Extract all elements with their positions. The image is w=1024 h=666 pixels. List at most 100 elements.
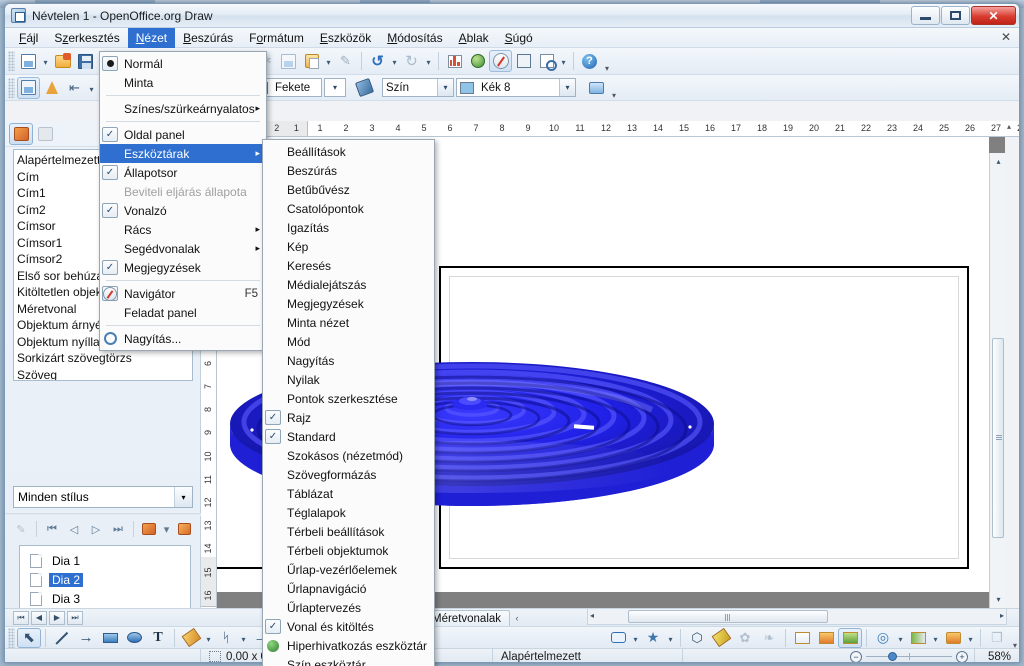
toolbars-item-bet-b-v-sz[interactable]: Betűbűvész (263, 180, 434, 199)
undo-button[interactable]: ↺ (366, 50, 389, 72)
stars-button[interactable]: ★ (641, 628, 665, 648)
toolbars-item-m-dialej-tsz-s[interactable]: Médialejátszás (263, 275, 434, 294)
toolbars-item-rlapnavig-ci[interactable]: Űrlapnavigáció (263, 579, 434, 598)
list-item[interactable]: Dia 1 (30, 552, 190, 569)
callouts-button[interactable] (606, 628, 630, 648)
page-border[interactable] (439, 266, 969, 569)
insert-image-button[interactable] (790, 628, 814, 648)
arrange-button[interactable] (941, 628, 965, 648)
toolbars-item-t-bl-zat[interactable]: Táblázat (263, 484, 434, 503)
copy-button[interactable] (277, 50, 300, 72)
tab-first-button[interactable]: ⏮ (13, 610, 29, 625)
paste-button[interactable] (300, 50, 323, 72)
toolbars-item-minta-n-zet[interactable]: Minta nézet (263, 313, 434, 332)
view-menu-item-oldal-panel[interactable]: ✓ Oldal panel (100, 125, 266, 144)
navigator-button[interactable] (489, 50, 512, 72)
menu-modify[interactable]: Módosítás (379, 28, 450, 48)
redo-button[interactable]: ↻ (400, 50, 423, 72)
view-menu-item-feladat-panel[interactable]: Feladat panel (100, 303, 266, 322)
horizontal-scrollbar[interactable]: ◂ ▸ (587, 608, 1007, 625)
toolbars-item-t-glalapok[interactable]: Téglalapok (263, 503, 434, 522)
open-button[interactable] (51, 50, 74, 72)
scroll-down-icon[interactable]: ▾ (993, 594, 1004, 605)
clone-formatting-button[interactable]: ✎ (334, 50, 357, 72)
toolbars-item-sz-vegform-z-s[interactable]: Szövegformázás (263, 465, 434, 484)
save-button[interactable] (74, 50, 97, 72)
standard-toolbar-overflow[interactable]: ▾ (601, 49, 613, 73)
toolbars-item-igaz-t-s[interactable]: Igazítás (263, 218, 434, 237)
menu-tools[interactable]: Eszközök (312, 28, 379, 48)
insert-chart-button[interactable] (443, 50, 466, 72)
arrange-dropdown[interactable]: ▾ (965, 627, 976, 649)
minimize-button[interactable] (911, 6, 940, 25)
tab-scroll-icon[interactable]: ‹ (510, 611, 524, 625)
line-endings-button[interactable]: ⇤ (63, 77, 86, 99)
insert-object-button[interactable] (838, 627, 862, 648)
zoom-out-button[interactable]: − (850, 650, 862, 662)
toolbars-item-rlap-vez-rl-elemek[interactable]: Űrlap-vezérlőelemek (263, 560, 434, 579)
shadow-tool-button[interactable]: ❐ (985, 628, 1009, 648)
toolbars-item-pontok-szerkeszt-se[interactable]: Pontok szerkesztése (263, 389, 434, 408)
toolbars-item-be-ll-t-sok[interactable]: Beállítások (263, 142, 434, 161)
toolbars-item-k-p[interactable]: Kép (263, 237, 434, 256)
scroll-up-icon[interactable]: ▴ (993, 156, 1004, 167)
fontwork-gallery-button[interactable]: ❧ (757, 628, 781, 648)
view-menu-item-llapotsor[interactable]: ✓ Állapotsor (100, 163, 266, 182)
shadow-button[interactable] (585, 77, 608, 99)
line-endings-dropdown[interactable]: ▾ (86, 77, 97, 99)
area-style-button[interactable] (353, 77, 376, 99)
toolbars-submenu-dropdown[interactable]: Beállítások Beszúrás Betűbűvész Csatolópont… (262, 139, 435, 666)
chevron-down-icon[interactable]: ▾ (174, 487, 192, 507)
maximize-button[interactable] (941, 6, 970, 25)
align-button[interactable] (906, 628, 930, 648)
ellipse-tool-button[interactable] (122, 628, 146, 648)
menu-edit[interactable]: Szerkesztés (46, 28, 127, 48)
toolbars-item-rajz[interactable]: ✓ Rajz (263, 408, 434, 427)
tab-last-button[interactable]: ⏭ (67, 610, 83, 625)
line-style-dropdown[interactable]: ▾ (324, 78, 346, 97)
ruler-scroll-up-icon[interactable]: ▴ (1007, 122, 1011, 131)
list-item[interactable]: Sorkizárt szövegtörzs (17, 350, 192, 367)
select-tool-button[interactable]: ⬉ (17, 627, 41, 648)
toolbars-item-m-d[interactable]: Mód (263, 332, 434, 351)
zoom-dropdown[interactable]: ▾ (558, 50, 569, 72)
toolbars-item-rlaptervez-s[interactable]: Űrlaptervezés (263, 598, 434, 617)
redo-dropdown[interactable]: ▾ (423, 50, 434, 72)
zoom-in-button[interactable]: + (956, 650, 968, 662)
close-button[interactable]: ✕ (971, 6, 1016, 25)
view-menu-dropdown[interactable]: Normál Minta Színes/szürkeárnyalatos ▸ ✓ Olda… (99, 51, 267, 351)
fill-color-combo[interactable]: Kék 8 ▾ (456, 78, 576, 97)
line-fill-grip[interactable] (8, 77, 15, 98)
view-menu-item-megjegyz-sek[interactable]: ✓ Megjegyzések (100, 258, 266, 277)
panel-splitter[interactable] (5, 513, 201, 516)
insert-chart-button-2[interactable] (814, 628, 838, 648)
tab-layer-dimension-lines[interactable]: Méretvonalak (423, 609, 511, 626)
graphics-styles-button[interactable] (9, 122, 33, 145)
gallery-button[interactable] (466, 50, 489, 72)
menu-file[interactable]: Fájl (11, 28, 46, 48)
line-fill-toolbar-overflow[interactable]: ▾ (608, 76, 620, 100)
toolbars-item-hiperhivatkoz-s-eszk-zt-r[interactable]: Hiperhivatkozás eszköztár (263, 636, 434, 655)
status-zoom-level[interactable]: 58% (975, 649, 1019, 663)
menu-insert[interactable]: Beszúrás (175, 28, 241, 48)
connector-dropdown[interactable]: ▾ (238, 627, 249, 649)
callouts-dropdown[interactable]: ▾ (630, 627, 641, 649)
view-menu-item-minta[interactable]: Minta (100, 73, 266, 92)
points-button[interactable]: ⬡ (685, 628, 709, 648)
fontwork-button[interactable]: ✿ (733, 628, 757, 648)
view-menu-item-navig-tor[interactable]: Navigátor F5 (100, 284, 266, 303)
3d-effects-button[interactable] (512, 50, 535, 72)
align-dropdown[interactable]: ▾ (930, 627, 941, 649)
view-menu-item-vonalz[interactable]: ✓ Vonalzó (100, 201, 266, 220)
view-menu-item-r-cs[interactable]: Rács ▸ (100, 220, 266, 239)
horizontal-scroll-thumb[interactable] (628, 610, 828, 623)
rotate-dropdown[interactable]: ▾ (895, 627, 906, 649)
view-menu-item-nagy-t-s[interactable]: Nagyítás... (100, 329, 266, 348)
vertical-scroll-thumb[interactable] (992, 338, 1004, 538)
paste-dropdown[interactable]: ▾ (323, 50, 334, 72)
last-page-button[interactable]: ⏭ (108, 519, 128, 539)
presentation-styles-button[interactable] (33, 123, 57, 145)
line-tool-button[interactable] (50, 628, 74, 648)
vertical-scrollbar[interactable]: ▴ ▾ (989, 153, 1005, 608)
toolbars-item-szok-sos-n-zetm-d[interactable]: Szokásos (nézetmód) (263, 446, 434, 465)
